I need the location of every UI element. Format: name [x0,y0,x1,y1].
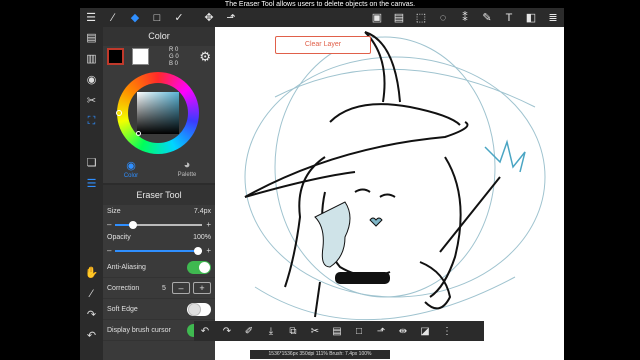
undo-icon[interactable]: ↶ [80,325,103,346]
cut-icon[interactable]: ✂ [304,321,326,341]
rgb-readout: R 0 G 0 B 0 [169,47,179,67]
select-all-icon[interactable]: □ [348,321,370,341]
more-icon[interactable]: ⋮ [436,321,458,341]
hue-cursor[interactable] [116,110,122,116]
size-slider-track[interactable] [115,220,203,229]
video-caption: The Eraser Tool allows users to delete o… [224,1,416,8]
flip-icon[interactable]: ⇹ [392,321,414,341]
color-picker [103,70,215,154]
frame-icon[interactable]: ◧ [520,8,542,27]
rail-spacer [80,194,103,262]
opacity-slider[interactable]: – + [103,244,215,257]
secondary-color-swatch[interactable] [132,48,149,65]
minus-icon[interactable]: – [107,246,111,255]
wand-select-icon[interactable]: ⁑ [454,8,476,27]
hand-icon[interactable]: ✋ [80,262,103,283]
soft-edge-setting: Soft Edge [103,299,215,320]
size-label-row: Size 7.4px [107,208,211,215]
eyedropper-icon[interactable]: ✐ [238,321,260,341]
brush-panel-title: Eraser Tool [103,184,215,205]
anti-aliasing-setting: Anti-Aliasing [103,257,215,278]
transform-icon[interactable]: ⬏ [220,8,242,27]
brush-icon[interactable]: ∕ [102,8,124,27]
canvas-status-bar: 1536*1536px 350dpi 111% Brush: 7.4px 100… [250,350,390,359]
brush-list-icon[interactable]: ▥ [80,48,103,69]
opacity-label-row: Opacity 100% [107,234,211,241]
saturation-value-square[interactable] [137,92,179,134]
layer-list-icon[interactable]: ☰ [80,173,103,194]
redo-icon[interactable]: ↷ [216,321,238,341]
pen-select-icon[interactable]: ✎ [476,8,498,27]
color-panel-title: Color [103,27,215,46]
sv-cursor[interactable] [136,131,141,136]
increment-button[interactable]: + [193,282,211,294]
eyedropper-icon[interactable]: ⁄ [80,283,103,304]
bottom-action-bar: ↶ ↷ ✐ ⤓ ⧉ ✂ ▤ □ ⬏ ⇹ ◪ ⋮ [194,321,484,341]
decrement-button[interactable]: – [172,282,190,294]
side-panel: Color R 0 G 0 B 0 ⚙ ◉ Color ◕ Palette Er… [103,27,215,360]
witch-sketch-artwork [244,31,546,321]
move-icon[interactable]: ✥ [198,8,220,27]
gear-icon[interactable]: ⚙ [199,49,211,65]
menu-icon[interactable]: ☰ [80,8,102,27]
fill-bucket-icon[interactable]: ⛶ [80,111,103,132]
medibang-app: ☰ ∕ ◆ □ ✓ ✥ ⬏ ▣ ▤ ⬚ ◌ ⁑ ✎ T ◧ ≣ ▤ ▥ ◉ ✂ … [80,8,564,360]
tab-palette[interactable]: ◕ Palette [159,154,215,183]
palette-icon: ◕ [183,159,191,171]
eraser-icon[interactable]: ◆ [124,8,146,27]
layers-icon[interactable]: ≣ [542,8,564,27]
redo-icon[interactable]: ↷ [80,304,103,325]
right-letterbox [564,0,640,360]
clear-layer-button[interactable]: Clear Layer [275,36,371,54]
minus-icon[interactable]: – [107,220,111,229]
mask-icon[interactable]: ◪ [414,321,436,341]
layer-icon[interactable]: ❏ [80,152,103,173]
ruler-icon[interactable]: ✂ [80,90,103,111]
navigator-icon[interactable]: ◉ [80,69,103,90]
anti-aliasing-toggle[interactable] [187,260,211,274]
plus-icon[interactable]: + [206,220,211,229]
fill-icon[interactable]: ▣ [366,8,388,27]
color-panel-tabs: ◉ Color ◕ Palette [103,154,215,184]
top-toolbar: ☰ ∕ ◆ □ ✓ ✥ ⬏ ▣ ▤ ⬚ ◌ ⁑ ✎ T ◧ ≣ [80,8,564,27]
opacity-slider-track[interactable] [115,246,203,255]
left-letterbox [0,0,80,360]
correction-stepper: 5 – + [159,282,211,294]
size-slider[interactable]: – + [103,218,215,231]
gradient-icon[interactable]: ▤ [388,8,410,27]
toolbar-divider [190,8,198,27]
plus-icon[interactable]: + [206,246,211,255]
undo-icon[interactable]: ↶ [194,321,216,341]
opacity-slider-knob[interactable] [194,246,203,255]
color-wheel-icon: ◉ [126,159,136,172]
drawing-canvas[interactable]: Clear Layer [215,27,564,360]
magic-wand-icon[interactable]: ✓ [168,8,190,27]
paste-icon[interactable]: ▤ [326,321,348,341]
rect-select-icon[interactable]: □ [146,8,168,27]
pages-icon[interactable]: ▤ [80,27,103,48]
size-slider-knob[interactable] [128,220,137,229]
shape-select-icon[interactable]: ⬚ [410,8,432,27]
copy-icon[interactable]: ⧉ [282,321,304,341]
left-tool-rail: ▤ ▥ ◉ ✂ ⛶ ❏ ☰ ✋ ⁄ ↷ ↶ [80,27,103,360]
primary-color-swatch[interactable] [107,48,124,65]
rail-spacer [80,132,103,152]
correction-setting: Correction 5 – + [103,278,215,299]
soft-edge-toggle[interactable] [187,302,211,316]
color-swatches: R 0 G 0 B 0 ⚙ [103,46,215,70]
save-icon[interactable]: ⤓ [260,321,282,341]
lasso-icon[interactable]: ◌ [432,8,454,27]
tab-color[interactable]: ◉ Color [103,154,159,183]
deselect-icon[interactable]: ⬏ [370,321,392,341]
text-icon[interactable]: T [498,8,520,27]
